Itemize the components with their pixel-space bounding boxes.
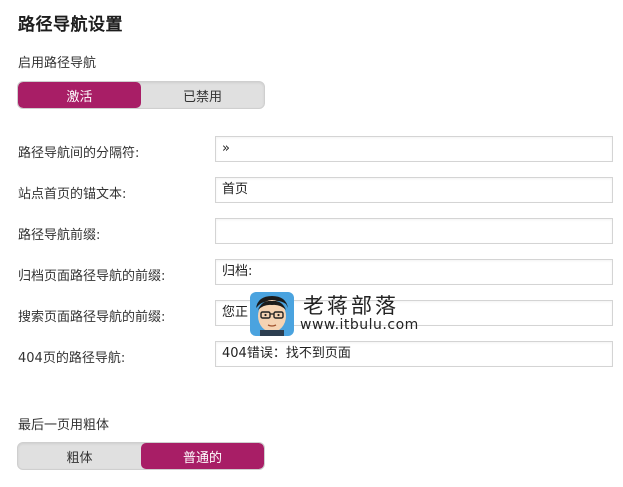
separator-input[interactable] bbox=[215, 136, 613, 162]
bold-last-label: 最后一页用粗体 bbox=[18, 418, 110, 433]
avatar-logo bbox=[250, 292, 294, 336]
search-prefix-label: 搜索页面路径导航的前缀: bbox=[18, 310, 166, 325]
archive-prefix-input[interactable] bbox=[215, 259, 613, 285]
toggle-option-normal[interactable]: 普通的 bbox=[141, 443, 264, 469]
page-title: 路径导航设置 bbox=[18, 15, 123, 35]
home-anchor-input[interactable] bbox=[215, 177, 613, 203]
separator-row: 路径导航间的分隔符: bbox=[0, 136, 623, 162]
toggle-option-activate[interactable]: 激活 bbox=[18, 82, 141, 108]
toggle-option-disabled[interactable]: 已禁用 bbox=[141, 82, 264, 108]
home-anchor-row: 站点首页的锚文本: bbox=[0, 177, 623, 203]
prefix-input[interactable] bbox=[215, 218, 613, 244]
enable-breadcrumbs-toggle: 激活 已禁用 bbox=[17, 81, 265, 109]
watermark-domain: www.itbulu.com bbox=[300, 317, 419, 333]
404-breadcrumb-label: 404页的路径导航: bbox=[18, 351, 126, 366]
site-watermark: 老蒋部落 www.itbulu.com bbox=[250, 290, 430, 338]
separator-label: 路径导航间的分隔符: bbox=[18, 146, 140, 161]
prefix-label: 路径导航前缀: bbox=[18, 228, 101, 243]
archive-prefix-row: 归档页面路径导航的前缀: bbox=[0, 259, 623, 285]
archive-prefix-label: 归档页面路径导航的前缀: bbox=[18, 269, 166, 284]
home-anchor-label: 站点首页的锚文本: bbox=[18, 187, 127, 202]
404-breadcrumb-row: 404页的路径导航: bbox=[0, 341, 623, 367]
404-breadcrumb-input[interactable] bbox=[215, 341, 613, 367]
toggle-option-bold[interactable]: 粗体 bbox=[18, 443, 141, 469]
watermark-brand: 老蒋部落 bbox=[303, 294, 399, 318]
prefix-row: 路径导航前缀: bbox=[0, 218, 623, 244]
bold-last-toggle: 粗体 普通的 bbox=[17, 442, 265, 470]
enable-breadcrumbs-label: 启用路径导航 bbox=[18, 56, 97, 71]
